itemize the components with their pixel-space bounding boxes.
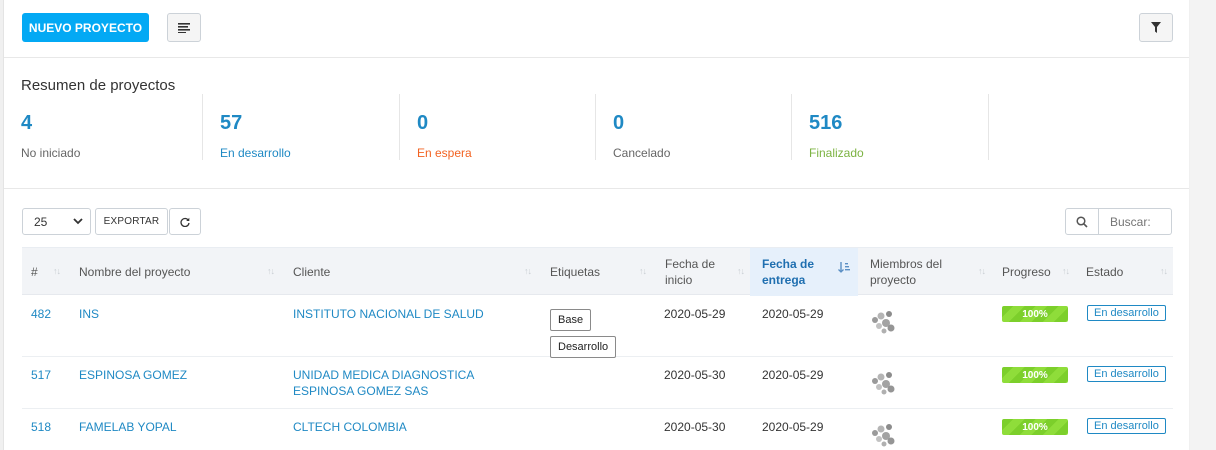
- column-header-id[interactable]: # ↑↓: [22, 248, 66, 296]
- project-id-link[interactable]: 517: [31, 367, 51, 383]
- project-id-link[interactable]: 482: [31, 306, 51, 322]
- client-link[interactable]: UNIDAD MEDICA DIAGNOSTICA ESPINOSA GOMEZ…: [293, 367, 533, 399]
- project-name-link[interactable]: INS: [79, 306, 99, 322]
- toggle-view-button[interactable]: [167, 13, 201, 42]
- export-button[interactable]: EXPORTAR: [95, 208, 168, 235]
- column-header-start-date[interactable]: Fecha de inicio ↑↓: [652, 248, 750, 296]
- search-button[interactable]: [1065, 208, 1099, 235]
- project-name-link[interactable]: FAMELAB YOPAL: [79, 419, 177, 435]
- stat-cancelled: 0 Cancelado: [596, 94, 792, 160]
- stat-on-hold: 0 En espera: [400, 94, 596, 160]
- column-header-tags[interactable]: Etiquetas ↑↓: [537, 248, 652, 296]
- status-badge[interactable]: En desarrollo: [1087, 305, 1166, 321]
- project-name-link[interactable]: ESPINOSA GOMEZ: [79, 367, 187, 383]
- avatar[interactable]: [869, 308, 897, 334]
- column-header-project-name[interactable]: Nombre del proyecto ↑↓: [66, 248, 280, 296]
- client-link[interactable]: CLTECH COLOMBIA: [293, 419, 533, 435]
- stat-label: Cancelado: [613, 146, 671, 160]
- refresh-icon: [180, 217, 190, 227]
- stat-value: 0: [417, 112, 429, 134]
- progress-bar: 100%: [1002, 367, 1068, 383]
- filter-button[interactable]: [1139, 13, 1173, 42]
- progress-bar: 100%: [1002, 306, 1068, 322]
- stat-label: En desarrollo: [220, 146, 291, 160]
- tags-cell: Base Desarrollo: [550, 309, 650, 363]
- toolbar: NUEVO PROYECTO: [4, 0, 1189, 58]
- summary-title: Resumen de proyectos: [21, 77, 176, 94]
- new-project-button[interactable]: NUEVO PROYECTO: [22, 13, 149, 42]
- column-header-members[interactable]: Miembros del proyecto ↑↓: [858, 248, 991, 296]
- page-size-select[interactable]: 25: [22, 208, 91, 235]
- table-row: 482 INS INSTITUTO NACIONAL DE SALUD Base…: [22, 296, 1173, 358]
- client-link[interactable]: INSTITUTO NACIONAL DE SALUD: [293, 306, 533, 322]
- list-icon: [178, 22, 190, 33]
- project-summary: Resumen de proyectos 4 No iniciado 57 En…: [4, 59, 1189, 189]
- stat-finished: 516 Finalizado: [792, 94, 989, 160]
- search-icon: [1076, 215, 1088, 228]
- tag-badge[interactable]: Base: [550, 309, 592, 331]
- chevron-down-icon: [73, 218, 83, 225]
- stat-label: En espera: [417, 146, 472, 160]
- stat-value: 57: [220, 112, 243, 134]
- avatar[interactable]: [869, 369, 897, 395]
- column-header-due-date[interactable]: Fecha de entrega: [750, 248, 858, 296]
- page-scrollbar[interactable]: [1190, 0, 1216, 450]
- start-date: 2020-05-30: [664, 368, 726, 382]
- start-date: 2020-05-30: [664, 420, 726, 434]
- status-badge[interactable]: En desarrollo: [1087, 418, 1166, 434]
- table-row: 517 ESPINOSA GOMEZ UNIDAD MEDICA DIAGNOS…: [22, 357, 1173, 409]
- stat-value: 516: [809, 112, 843, 134]
- stat-in-development: 57 En desarrollo: [203, 94, 400, 160]
- due-date: 2020-05-29: [762, 307, 824, 321]
- column-header-client[interactable]: Cliente ↑↓: [280, 248, 537, 296]
- main-panel: NUEVO PROYECTO Resumen de proyectos 4 No…: [3, 0, 1189, 450]
- stat-value: 0: [613, 112, 625, 134]
- tag-badge[interactable]: Desarrollo: [550, 336, 617, 358]
- start-date: 2020-05-29: [664, 307, 726, 321]
- refresh-button[interactable]: [169, 208, 201, 235]
- due-date: 2020-05-29: [762, 420, 824, 434]
- sort-ascending-icon: [838, 262, 850, 273]
- table-header: # ↑↓ Nombre del proyecto ↑↓ Cliente ↑↓ Etiq…: [22, 247, 1173, 296]
- stat-label: Finalizado: [809, 146, 864, 160]
- progress-bar: 100%: [1002, 419, 1068, 435]
- stat-label: No iniciado: [21, 146, 81, 160]
- project-id-link[interactable]: 518: [31, 419, 51, 435]
- due-date: 2020-05-29: [762, 368, 824, 382]
- search-input[interactable]: [1099, 208, 1172, 235]
- page-size-value: 25: [34, 214, 48, 229]
- column-header-status[interactable]: Estado ↑↓: [1075, 248, 1173, 296]
- column-header-progress[interactable]: Progreso ↑↓: [991, 248, 1075, 296]
- status-badge[interactable]: En desarrollo: [1087, 366, 1166, 382]
- avatar[interactable]: [869, 421, 897, 447]
- table-row: 518 FAMELAB YOPAL CLTECH COLOMBIA 2020-0…: [22, 409, 1173, 450]
- filter-icon: [1151, 22, 1161, 33]
- stat-value: 4: [21, 112, 33, 134]
- stat-not-started: 4 No iniciado: [4, 94, 203, 160]
